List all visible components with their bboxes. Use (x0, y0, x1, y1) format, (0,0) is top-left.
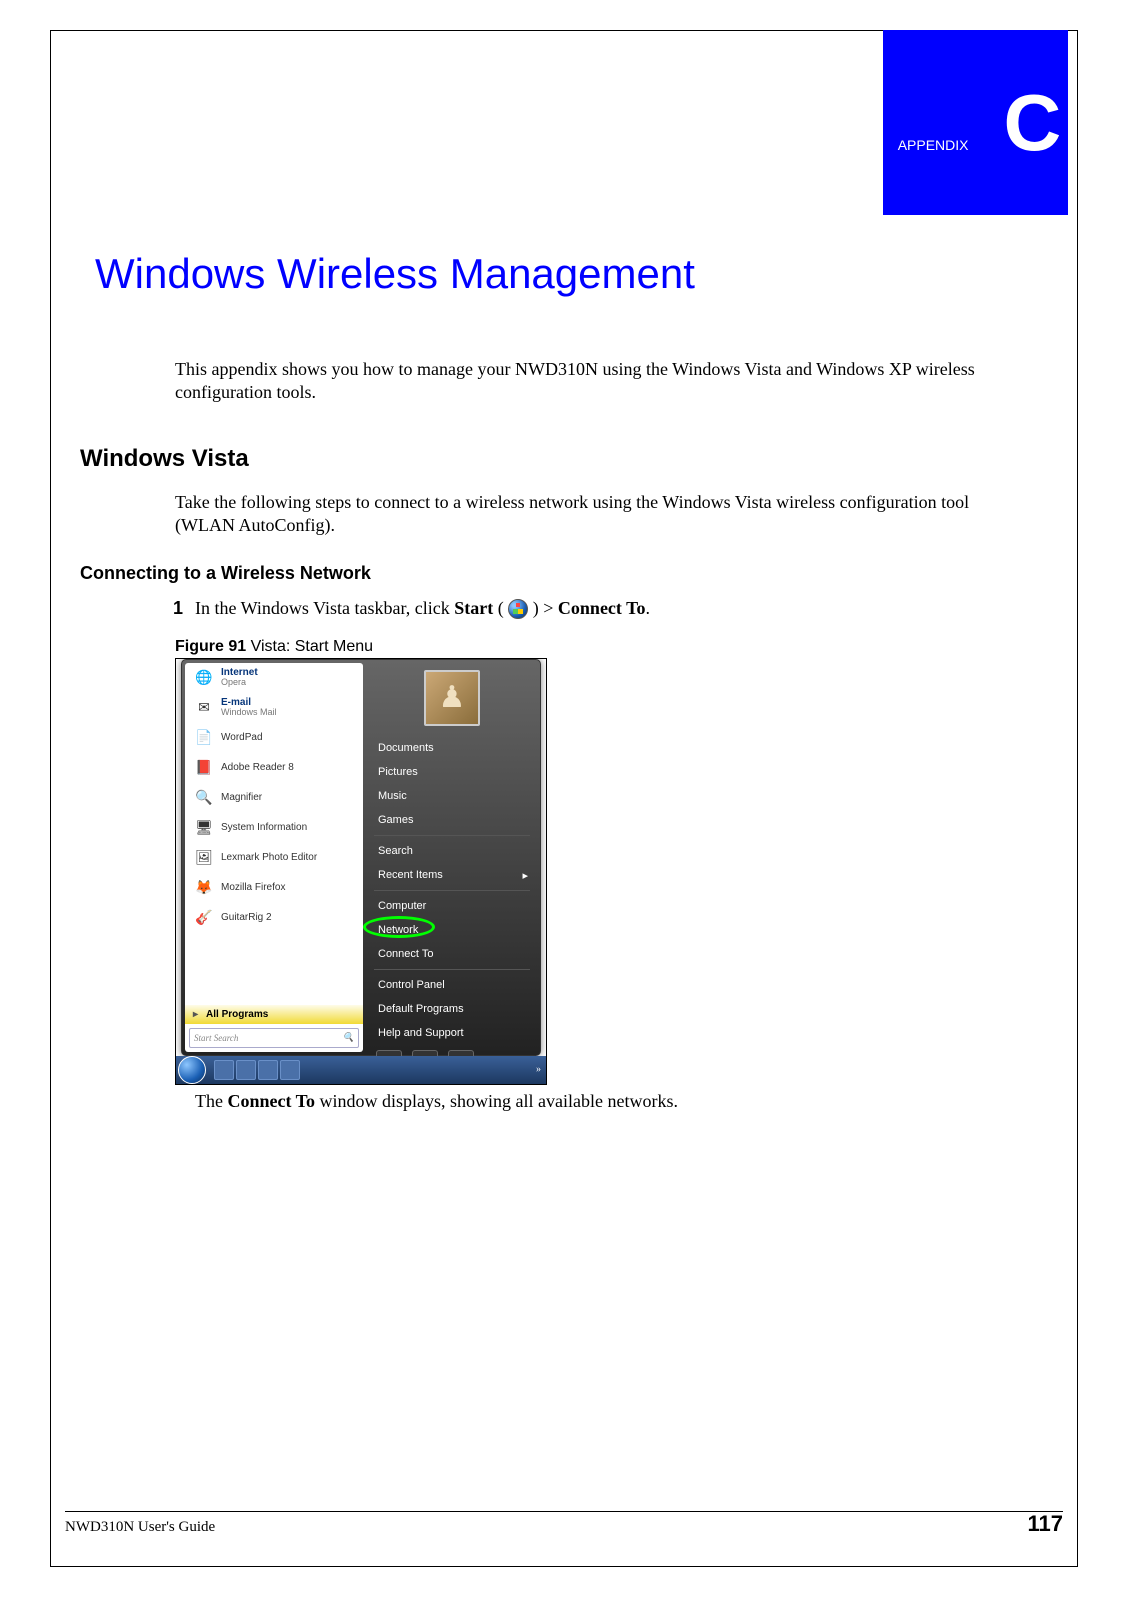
menu-item-email[interactable]: ✉ E-mailWindows Mail (185, 693, 363, 723)
menu-item-internet[interactable]: 🌐 InternetOpera (185, 663, 363, 693)
footer-doc-title: NWD310N User's Guide (65, 1519, 215, 1536)
subsection-heading-connect: Connecting to a Wireless Network (80, 563, 1063, 584)
user-avatar-icon[interactable] (424, 670, 480, 726)
figure-91-title: Vista: Start Menu (246, 638, 373, 655)
menu-item-adobe[interactable]: 📕 Adobe Reader 8 (185, 753, 363, 783)
taskbar-item[interactable] (280, 1060, 300, 1080)
all-programs-button[interactable]: All Programs (185, 1005, 363, 1024)
taskbar-item[interactable] (236, 1060, 256, 1080)
right-item-network[interactable]: Network (366, 918, 538, 942)
right-item-pictures[interactable]: Pictures (366, 760, 538, 784)
menu-item-guitarrig[interactable]: 🎸 GuitarRig 2 (185, 903, 363, 933)
computer-icon: 🖥 (193, 817, 215, 839)
step-1-paren-open: ( (493, 598, 508, 618)
start-search-input[interactable]: Start Search 🔍 (189, 1028, 359, 1048)
page-footer: NWD310N User's Guide 117 (65, 1511, 1063, 1537)
page-number: 117 (1028, 1511, 1064, 1537)
search-icon: 🔍 (343, 1032, 354, 1043)
menu-item-wordpad[interactable]: 📄 WordPad (185, 723, 363, 753)
appendix-letter: C (1004, 77, 1054, 169)
right-item-music[interactable]: Music (366, 784, 538, 808)
step-1-connect-to-bold: Connect To (558, 598, 646, 618)
document-icon: 📄 (193, 727, 215, 749)
right-item-recent[interactable]: Recent Items (366, 863, 538, 887)
menu-item-magnifier[interactable]: 🔍 Magnifier (185, 783, 363, 813)
figure-91-caption: Figure 91 Vista: Start Menu (175, 638, 1063, 656)
figure-91-image: 🌐 InternetOpera ✉ E-mailWindows Mail 📄 W… (175, 658, 547, 1085)
globe-icon: 🌐 (193, 667, 215, 689)
right-item-search[interactable]: Search (366, 839, 538, 863)
right-item-games[interactable]: Games (366, 808, 538, 832)
tray-expand-icon[interactable]: » (536, 1064, 541, 1075)
chapter-title: Windows Wireless Management (95, 250, 1063, 298)
step-1-prefix: In the Windows Vista taskbar, click (195, 598, 454, 618)
step-1-number: 1 (173, 596, 183, 620)
section-vista-text: Take the following steps to connect to a… (175, 491, 1003, 538)
right-item-default-programs[interactable]: Default Programs (366, 997, 538, 1021)
right-item-connect-to[interactable]: Connect To (366, 942, 538, 966)
vista-left-panel: 🌐 InternetOpera ✉ E-mailWindows Mail 📄 W… (185, 663, 363, 1052)
step-1-start-bold: Start (454, 598, 493, 618)
right-item-control-panel[interactable]: Control Panel (366, 973, 538, 997)
appendix-word: APPENDIX (898, 137, 969, 153)
windows-orb-icon (508, 599, 528, 619)
start-orb-icon[interactable] (178, 1056, 206, 1084)
guitar-icon: 🎸 (193, 907, 215, 929)
right-item-help[interactable]: Help and Support (366, 1021, 538, 1045)
after-figure-text: The Connect To window displays, showing … (195, 1091, 1003, 1112)
firefox-icon: 🦊 (193, 877, 215, 899)
step-1-paren-close: ) > (528, 598, 558, 618)
vista-taskbar: » (176, 1056, 546, 1084)
menu-item-firefox[interactable]: 🦊 Mozilla Firefox (185, 873, 363, 903)
mail-icon: ✉ (193, 697, 215, 719)
right-item-computer[interactable]: Computer (366, 894, 538, 918)
right-item-documents[interactable]: Documents (366, 736, 538, 760)
figure-91-label: Figure 91 (175, 638, 246, 655)
section-heading-vista: Windows Vista (80, 445, 1063, 473)
step-1-period: . (645, 598, 650, 618)
menu-item-lexmark[interactable]: 🖼 Lexmark Photo Editor (185, 843, 363, 873)
taskbar-item[interactable] (214, 1060, 234, 1080)
pdf-icon: 📕 (193, 757, 215, 779)
appendix-label-box: APPENDIX C (883, 30, 1068, 215)
photo-icon: 🖼 (193, 847, 215, 869)
step-1: 1 In the Windows Vista taskbar, click St… (195, 596, 1003, 620)
taskbar-item[interactable] (258, 1060, 278, 1080)
intro-paragraph: This appendix shows you how to manage yo… (175, 358, 1003, 405)
connect-to-bold: Connect To (227, 1091, 315, 1111)
vista-right-panel: Documents Pictures Music Games Search Re… (366, 660, 538, 1055)
vista-start-menu: 🌐 InternetOpera ✉ E-mailWindows Mail 📄 W… (181, 659, 541, 1056)
magnifier-icon: 🔍 (193, 787, 215, 809)
menu-item-sysinfo[interactable]: 🖥 System Information (185, 813, 363, 843)
